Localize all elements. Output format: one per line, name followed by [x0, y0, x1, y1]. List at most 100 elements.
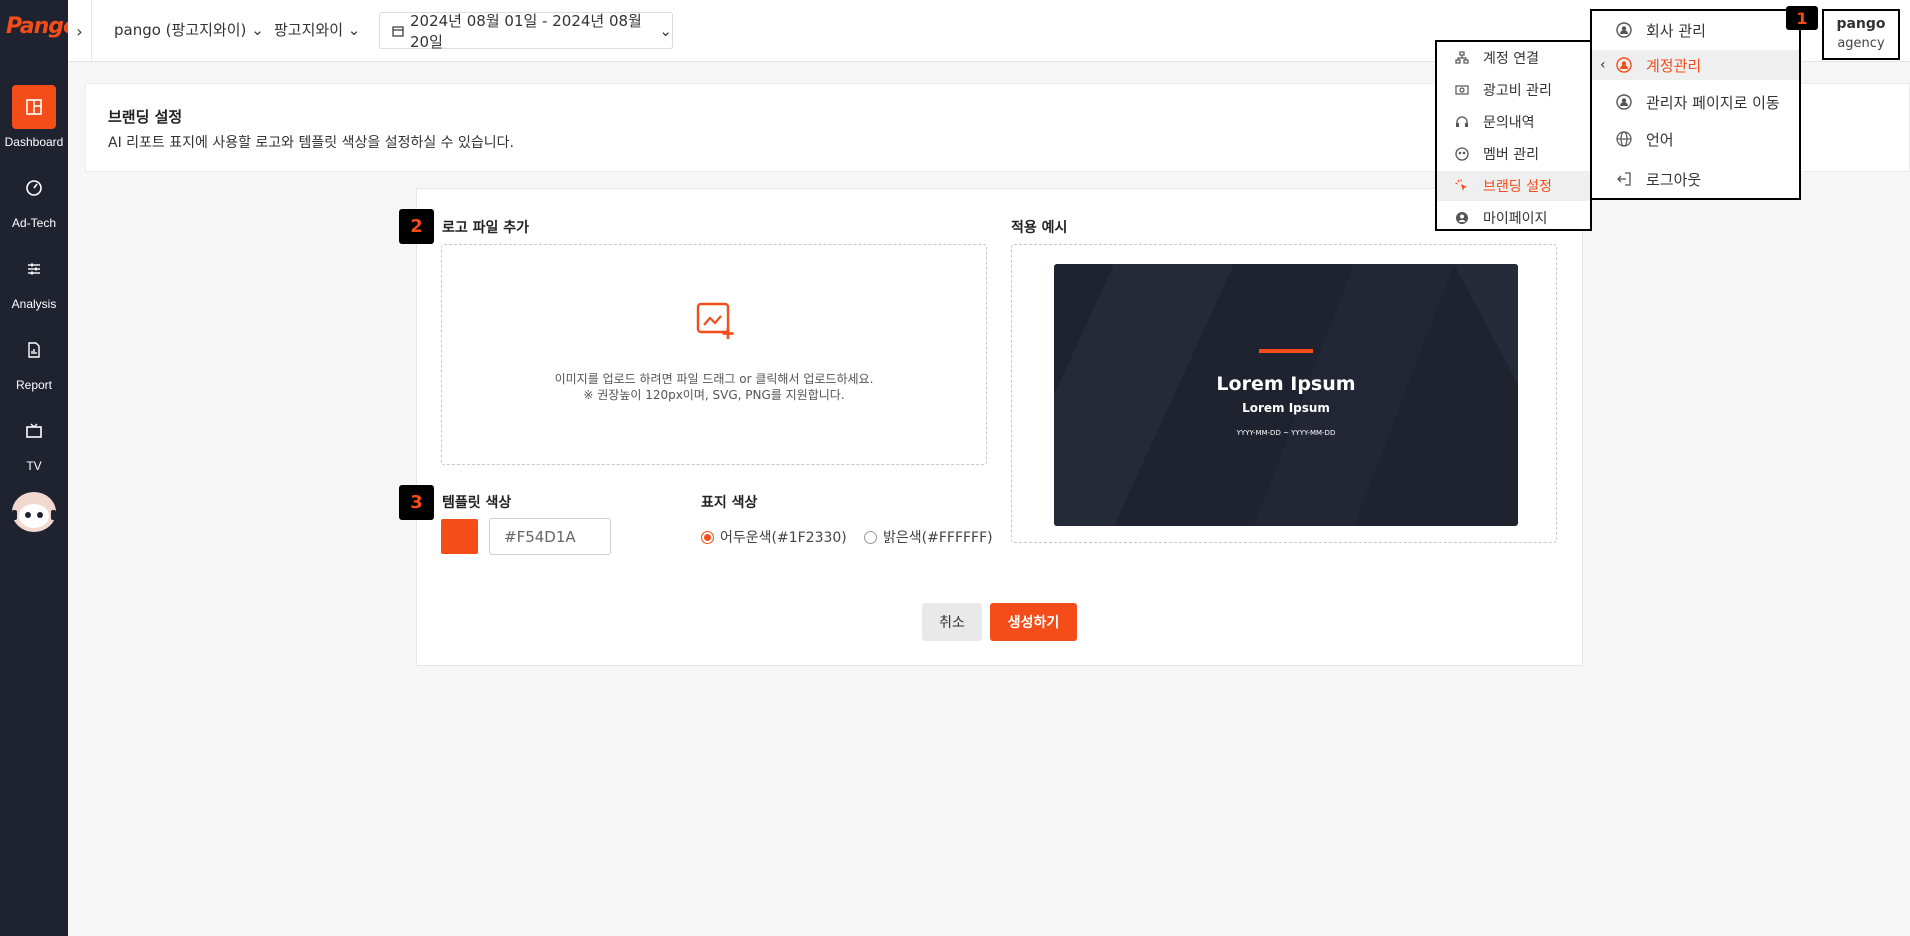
calendar-icon: [392, 25, 404, 37]
pango-logo[interactable]: Pango: [6, 14, 78, 48]
user-icon: [1455, 211, 1469, 225]
dashboard-icon: [12, 85, 56, 129]
admin-icon: [1616, 94, 1632, 110]
sidebar-item-label: TV: [26, 459, 42, 473]
account-submenu: 계정 연결 광고비 관리 문의내역 멤버 관리 브랜딩 설정 마이페이지: [1435, 40, 1592, 231]
money-icon: [1455, 83, 1469, 97]
radio-label: 밝은색(#FFFFFF): [883, 530, 993, 546]
menu-item-label: 계정관리: [1646, 56, 1702, 75]
profile-name: pango: [1836, 16, 1886, 32]
menu-item-account-management[interactable]: ‹ 계정관리: [1592, 50, 1799, 80]
upload-instruction: 이미지를 업로드 하려면 파일 드래그 or 클릭해서 업로드하세요.: [554, 372, 874, 386]
sidebar-item-ad-tech[interactable]: Ad-Tech: [0, 166, 68, 230]
user-menu: 회사 관리 ‹ 계정관리 관리자 페이지로 이동 언어 로그아웃: [1590, 9, 1801, 200]
submenu-item-label: 마이페이지: [1483, 211, 1548, 227]
client-select[interactable]: 팡고지와이 ⌄: [274, 19, 360, 40]
step-badge-3: 3: [399, 485, 434, 520]
menu-item-label: 언어: [1646, 130, 1674, 149]
template-color-input[interactable]: #F54D1A: [489, 518, 611, 555]
preview-section-label: 적용 예시: [1011, 220, 1068, 236]
submenu-item-account-link[interactable]: 계정 연결: [1437, 43, 1590, 73]
template-color-value: #F54D1A: [504, 527, 576, 546]
submenu-item-inquiries[interactable]: 문의내역: [1437, 107, 1590, 137]
preview-subtitle: Lorem Ipsum: [1242, 401, 1330, 415]
sidebar-item-report[interactable]: Report: [0, 328, 68, 392]
template-color-label: 템플릿 색상: [442, 495, 512, 511]
chevron-down-icon: ⌄: [659, 21, 672, 40]
submenu-item-label: 계정 연결: [1483, 51, 1539, 67]
logo-section-label: 로고 파일 추가: [442, 220, 530, 236]
submenu-item-label: 광고비 관리: [1483, 83, 1552, 99]
template-color-swatch[interactable]: [441, 519, 478, 554]
menu-item-label: 회사 관리: [1646, 21, 1706, 40]
sidebar-item-label: Report: [15, 378, 53, 392]
logo-upload-dropzone[interactable]: 이미지를 업로드 하려면 파일 드래그 or 클릭해서 업로드하세요. ※ 권장…: [441, 244, 987, 465]
chevron-right-icon: ›: [76, 21, 83, 41]
submenu-item-my-page[interactable]: 마이페이지: [1437, 203, 1590, 233]
menu-item-company[interactable]: 회사 관리: [1592, 15, 1799, 45]
image-add-icon: [695, 301, 737, 341]
profile-role: agency: [1837, 36, 1885, 51]
account-select[interactable]: pango (팡고지와이) ⌄: [114, 19, 264, 40]
gauge-icon: [12, 166, 56, 210]
submenu-item-label: 문의내역: [1483, 115, 1535, 131]
submenu-item-ad-cost[interactable]: 광고비 관리: [1437, 75, 1590, 105]
tv-icon: [12, 409, 56, 453]
date-range-value: 2024년 08월 01일 - 2024년 08월 20일: [410, 11, 642, 51]
expand-sidebar-button[interactable]: ›: [68, 0, 92, 62]
radio-dot: [864, 530, 877, 544]
submenu-item-label: 브랜딩 설정: [1483, 179, 1552, 195]
menu-item-label: 로그아웃: [1646, 170, 1702, 189]
sidebar-item-label: Ad-Tech: [11, 216, 57, 230]
step-badge-2: 2: [399, 209, 434, 244]
preview-date: YYYY-MM-DD ~ YYYY-MM-DD: [1236, 429, 1336, 437]
radio-dot: [701, 530, 714, 544]
upload-recommendation: ※ 권장높이 120px이며, SVG, PNG를 지원합니다.: [583, 388, 845, 402]
date-range-picker[interactable]: 2024년 08월 01일 - 2024년 08월 20일 ⌄: [379, 11, 673, 51]
radio-label: 어두운색(#1F2330): [720, 530, 847, 546]
account-select-value: pango (팡고지와이): [114, 21, 247, 39]
network-icon: [1455, 51, 1469, 65]
menu-item-admin-page[interactable]: 관리자 페이지로 이동: [1592, 87, 1799, 117]
chevron-left-icon: ‹: [1600, 57, 1606, 73]
radio-dark-color[interactable]: 어두운색(#1F2330): [701, 527, 847, 547]
submenu-item-members[interactable]: 멤버 관리: [1437, 139, 1590, 169]
cover-preview: Lorem Ipsum Lorem Ipsum YYYY-MM-DD ~ YYY…: [1054, 264, 1518, 526]
submenu-item-label: 멤버 관리: [1483, 147, 1539, 163]
sidebar-item-label: Dashboard: [4, 135, 64, 149]
logo-text: Pango: [6, 14, 78, 39]
globe-icon: [1616, 131, 1632, 147]
page-title: 브랜딩 설정: [108, 108, 183, 126]
menu-item-language[interactable]: 언어: [1592, 124, 1799, 154]
sliders-icon: [12, 247, 56, 291]
chevron-down-icon: ⌄: [347, 21, 361, 39]
logout-icon: [1616, 171, 1632, 187]
page-description: AI 리포트 표지에 사용할 로고와 템플릿 색상을 설정하실 수 있습니다.: [108, 135, 514, 151]
preview-container: Lorem Ipsum Lorem Ipsum YYYY-MM-DD ~ YYY…: [1011, 244, 1557, 543]
report-icon: [12, 328, 56, 372]
submenu-item-branding[interactable]: 브랜딩 설정: [1437, 171, 1590, 201]
headset-icon: [1455, 115, 1469, 129]
mascot-chatbot-icon[interactable]: [10, 490, 58, 534]
chevron-down-icon: ⌄: [251, 21, 264, 39]
members-icon: [1455, 147, 1469, 161]
radio-light-color[interactable]: 밝은색(#FFFFFF): [864, 527, 993, 547]
sidebar-item-dashboard[interactable]: Dashboard: [0, 85, 68, 149]
pointer-click-icon: [1455, 179, 1469, 193]
preview-accent-bar: [1259, 349, 1313, 353]
cancel-button[interactable]: 취소: [922, 603, 982, 641]
preview-title: Lorem Ipsum: [1216, 373, 1356, 395]
display-color-label: 표지 색상: [701, 495, 758, 511]
sidebar: Pango Dashboard Ad-Tech Analysis Report …: [0, 0, 78, 936]
company-icon: [1616, 22, 1632, 38]
create-button[interactable]: 생성하기: [990, 603, 1077, 641]
menu-item-label: 관리자 페이지로 이동: [1646, 93, 1780, 112]
client-select-value: 팡고지와이: [274, 21, 344, 39]
step-badge-1: 1: [1786, 6, 1818, 30]
sidebar-item-label: Analysis: [11, 297, 57, 311]
account-icon: [1616, 57, 1632, 73]
profile-button[interactable]: pango agency: [1822, 9, 1900, 60]
sidebar-item-tv[interactable]: TV: [0, 409, 68, 473]
sidebar-item-analysis[interactable]: Analysis: [0, 247, 68, 311]
menu-item-logout[interactable]: 로그아웃: [1592, 164, 1799, 194]
